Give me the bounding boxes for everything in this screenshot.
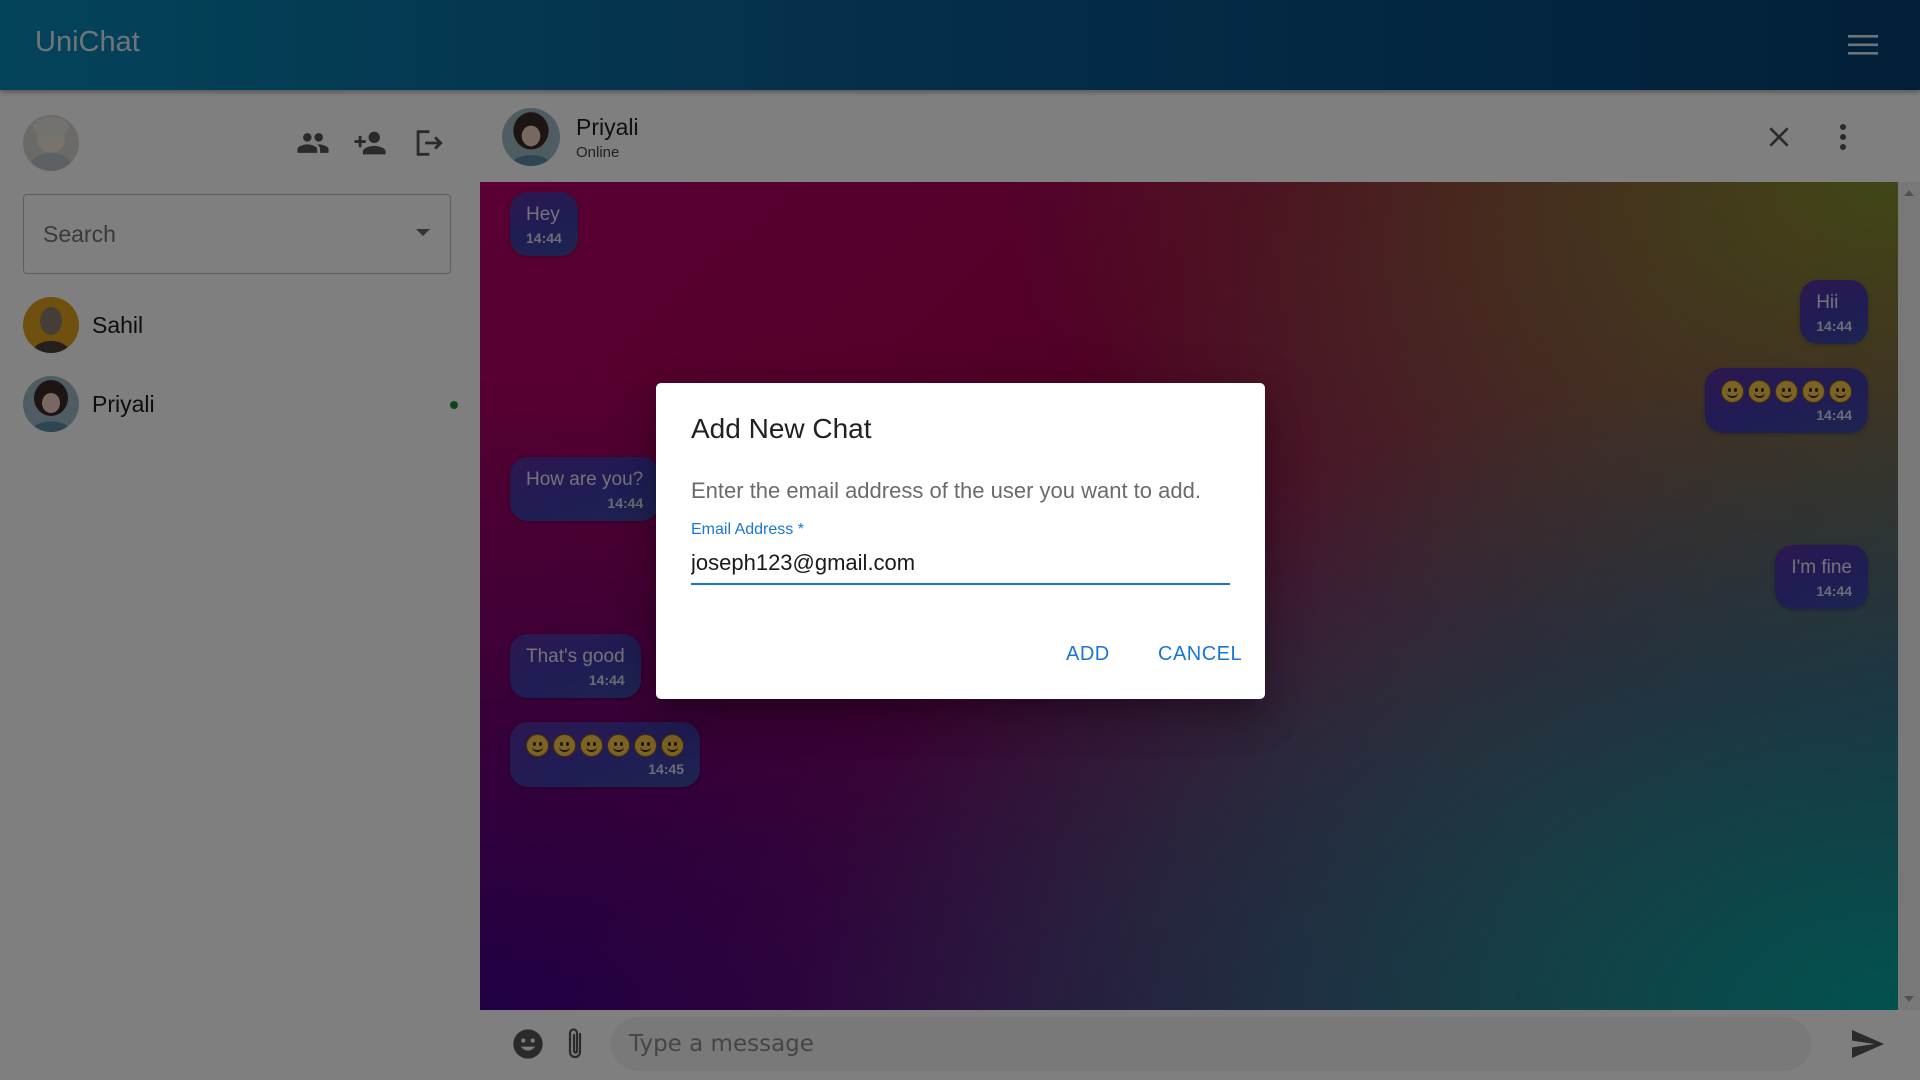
dialog-title: Add New Chat: [691, 413, 872, 444]
email-field-label: Email Address *: [691, 521, 804, 538]
add-new-chat-dialog: Add New Chat Enter the email address of …: [656, 383, 1265, 699]
dialog-description: Enter the email address of the user you …: [691, 478, 1201, 503]
add-button[interactable]: ADD: [1066, 643, 1110, 666]
email-field[interactable]: [691, 543, 1230, 585]
app-root: UniChat Search: [0, 0, 1920, 1080]
cancel-button[interactable]: CANCEL: [1158, 643, 1242, 666]
